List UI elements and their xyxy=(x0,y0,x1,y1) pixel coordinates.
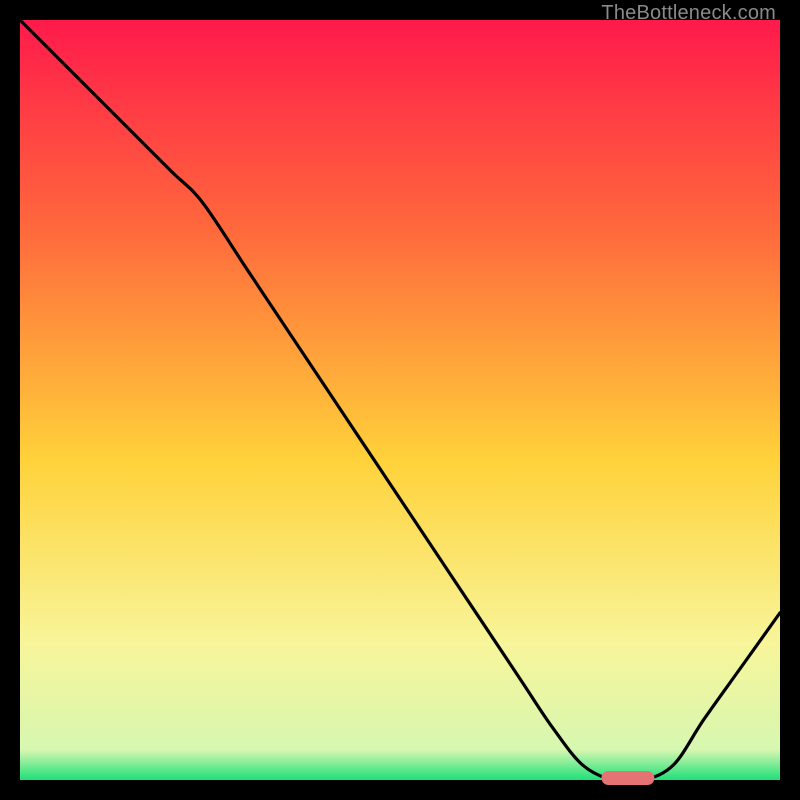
chart-frame xyxy=(20,20,780,780)
optimal-marker xyxy=(601,771,654,785)
watermark-text: TheBottleneck.com xyxy=(601,2,776,25)
chart-svg xyxy=(20,20,780,780)
